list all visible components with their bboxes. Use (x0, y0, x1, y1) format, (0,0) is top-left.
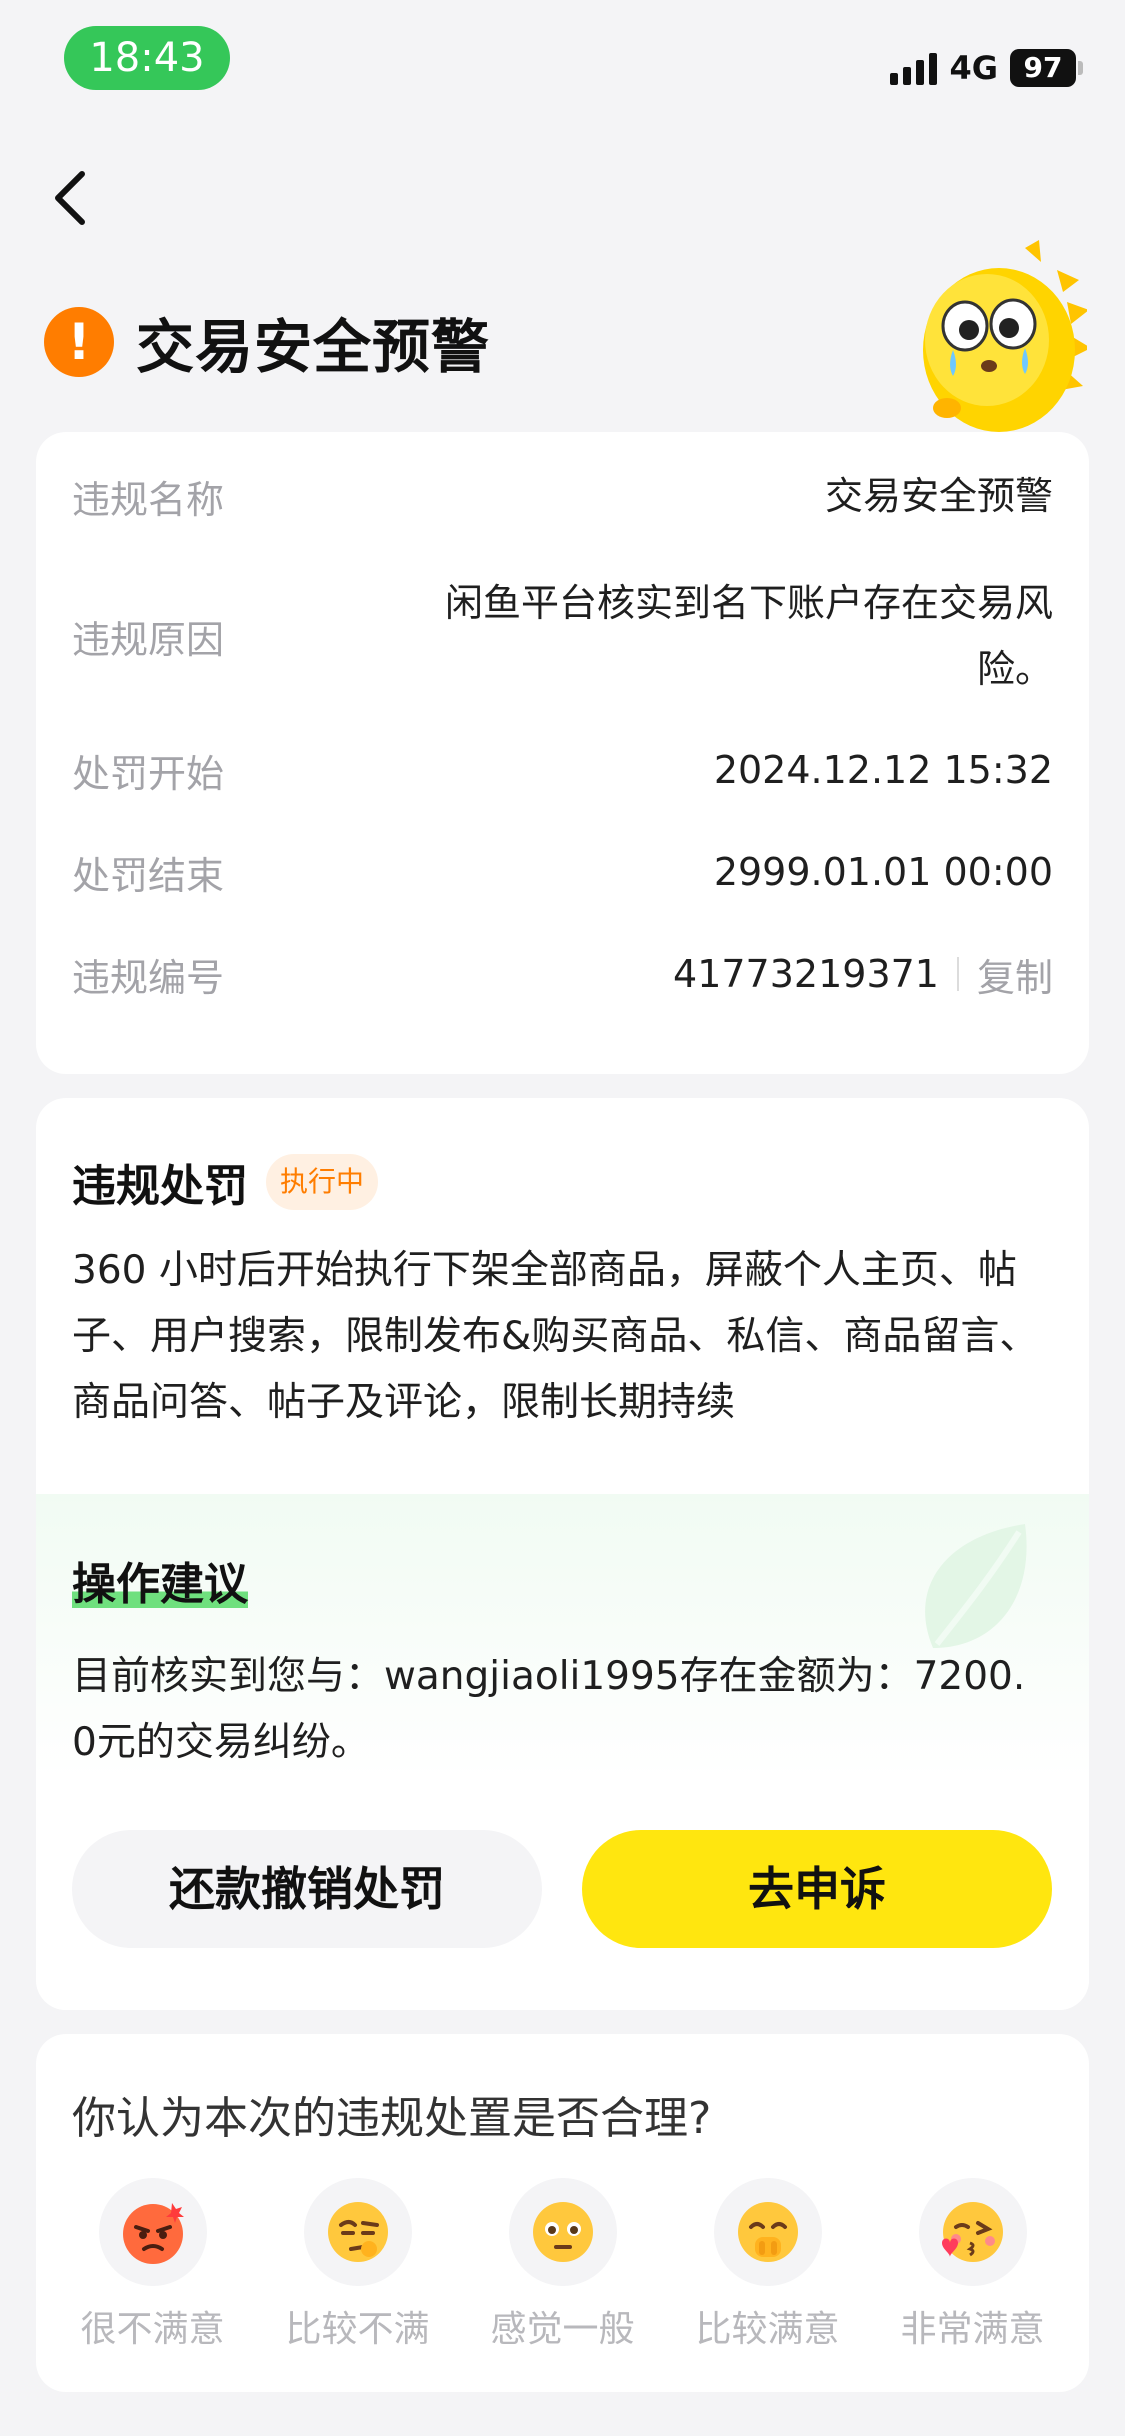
penalty-description: 360 小时后开始执行下架全部商品，屏蔽个人主页、帖子、用户搜索，限制发布&购买… (72, 1248, 1039, 1425)
status-time: 18:43 (64, 26, 230, 90)
appeal-button[interactable]: 去申诉 (582, 1830, 1052, 1948)
back-button[interactable] (44, 160, 104, 236)
penalty-card: 违规处罚 执行中 360 小时后开始执行下架全部商品，屏蔽个人主页、帖子、用户搜… (36, 1098, 1089, 2010)
angry-face-icon-svg (122, 2203, 184, 2264)
battery-cap (1078, 61, 1083, 75)
page-title: 交易安全预警 (136, 313, 491, 381)
survey-option-neutral[interactable]: 感觉一般 (468, 2178, 658, 2352)
giggle-face-icon-svg (737, 2202, 798, 2262)
info-label: 处罚结束 (72, 853, 225, 898)
violation-id: 41773219371 (673, 952, 939, 996)
info-row-end: 处罚结束 2999.01.01 00:00 (72, 830, 1053, 914)
advice-title: 操作建议 (72, 1548, 248, 1612)
battery-icon: 97 (1010, 49, 1076, 87)
info-row-id: 违规编号 41773219371 复制 (72, 932, 1053, 1016)
chevron-left-icon (55, 171, 85, 225)
survey-option-label: 感觉一般 (490, 2309, 635, 2350)
kiss-face-icon (918, 2178, 1027, 2286)
info-row-reason: 违规原因 闲鱼平台核实到名下账户存在交易风险。 (72, 568, 1053, 704)
survey-option-label: 非常满意 (900, 2309, 1045, 2350)
neutral-face-icon-svg (532, 2202, 593, 2262)
status-bar: 18:43 4G 97 (0, 0, 1125, 120)
fish-mascot-icon (923, 240, 1087, 432)
survey-option-label: 很不满意 (80, 2309, 225, 2350)
status-indicators: 4G 97 (890, 48, 1083, 88)
info-value: 2999.01.01 00:00 (713, 850, 1053, 894)
survey-option-very-satisfied[interactable]: 非常满意 (878, 2178, 1068, 2352)
survey-question: 你认为本次的违规处置是否合理? (72, 2093, 712, 2144)
survey-option-very-dissatisfied[interactable]: 很不满意 (58, 2178, 248, 2352)
advice-section: 操作建议 目前核实到您与：wangjiaoli1995存在金额为：7200.0元… (36, 1494, 1089, 2010)
skeptical-face-icon (303, 2178, 412, 2286)
advice-text: 目前核实到您与：wangjiaoli1995存在金额为：7200.0元的交易纠纷… (72, 1654, 1026, 1765)
info-label: 违规原因 (72, 617, 225, 662)
giggle-face-icon (713, 2178, 822, 2286)
status-badge: 执行中 (266, 1154, 379, 1210)
angry-face-icon (98, 2178, 207, 2286)
signal-icon (890, 51, 938, 85)
info-row-name: 违规名称 交易安全预警 (72, 450, 1053, 542)
copy-button[interactable]: 复制 (977, 947, 1053, 1002)
survey-option-label: 比较满意 (695, 2309, 840, 2350)
info-label: 违规编号 (72, 955, 225, 1000)
survey-option-satisfied[interactable]: 比较满意 (673, 2178, 863, 2352)
penalty-title: 违规处罚 (72, 1161, 248, 1212)
survey-card: 你认为本次的违规处置是否合理? 很不满意 比较不满 感觉一般 比较满意 非常满意 (36, 2034, 1089, 2392)
skeptical-face-icon-svg (327, 2202, 388, 2262)
info-value: 闲鱼平台核实到名下账户存在交易风险。 (444, 581, 1053, 691)
neutral-face-icon (508, 2178, 617, 2286)
penalty-header: 违规处罚 执行中 (72, 1150, 379, 1214)
info-value: 交易安全预警 (824, 474, 1053, 518)
info-value: 2024.12.12 15:32 (713, 748, 1053, 792)
violation-id-group: 41773219371 复制 (673, 941, 1053, 1007)
page-header: ! 交易安全预警 (44, 300, 490, 384)
divider (956, 957, 959, 991)
repay-revoke-button[interactable]: 还款撤销处罚 (72, 1830, 542, 1948)
survey-option-label: 比较不满 (285, 2309, 430, 2350)
info-row-start: 处罚开始 2024.12.12 15:32 (72, 728, 1053, 812)
survey-option-dissatisfied[interactable]: 比较不满 (263, 2178, 453, 2352)
kiss-face-icon-svg (941, 2202, 1003, 2262)
violation-info-card: 违规名称 交易安全预警 违规原因 闲鱼平台核实到名下账户存在交易风险。 处罚开始… (36, 432, 1089, 1074)
info-label: 违规名称 (72, 477, 225, 522)
network-type: 4G (949, 49, 998, 87)
survey-options: 很不满意 比较不满 感觉一般 比较满意 非常满意 (36, 2178, 1089, 2352)
warning-icon: ! (44, 307, 114, 377)
info-label: 处罚开始 (72, 751, 225, 796)
